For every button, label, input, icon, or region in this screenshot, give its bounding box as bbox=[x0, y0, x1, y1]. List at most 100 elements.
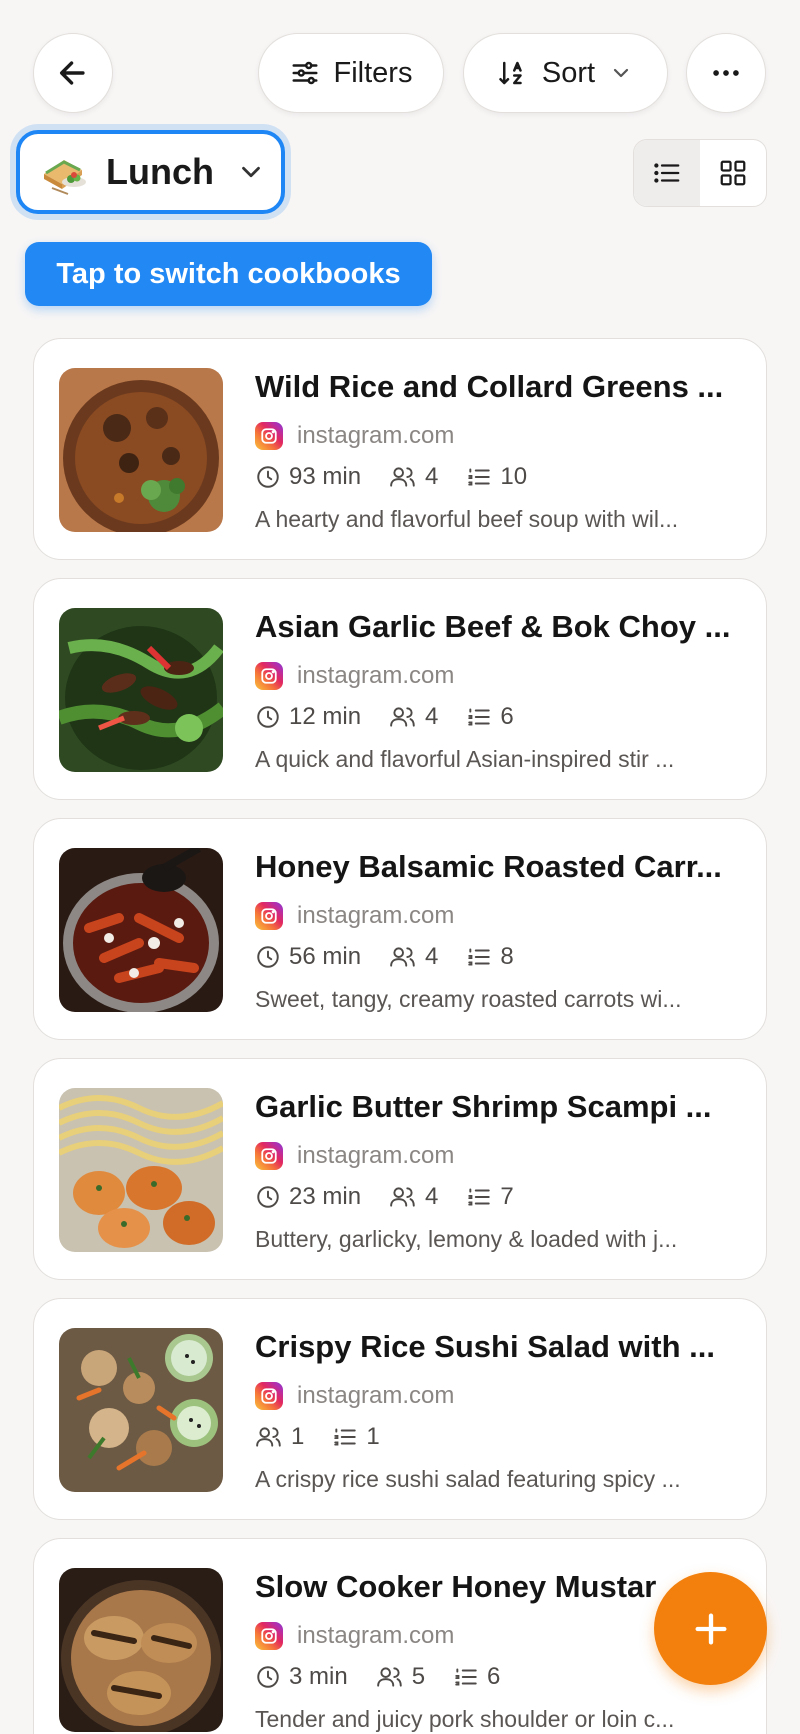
chevron-down-icon bbox=[613, 68, 629, 78]
ingredients-count: 10 bbox=[500, 463, 528, 490]
recipe-card[interactable]: Garlic Butter Shrimp Scampi ... instagra… bbox=[33, 1058, 767, 1280]
servings-count: 4 bbox=[425, 463, 439, 490]
servings-count: 4 bbox=[425, 703, 439, 730]
recipe-thumbnail bbox=[59, 1088, 223, 1252]
ingredients-list-icon bbox=[468, 1188, 491, 1206]
add-recipe-button[interactable] bbox=[654, 1572, 767, 1685]
ingredients-list-icon bbox=[455, 1668, 477, 1686]
source-label: instagram.com bbox=[297, 1622, 455, 1649]
servings-count: 4 bbox=[425, 1183, 439, 1210]
recipe-meta: 3 min 5 6 bbox=[255, 1663, 528, 1691]
clock-icon bbox=[257, 1666, 279, 1688]
recipe-title: Wild Rice and Collard Greens ... bbox=[255, 369, 724, 404]
recipe-meta: 56 min 4 8 bbox=[255, 943, 542, 971]
recipe-title: Garlic Butter Shrimp Scampi ... bbox=[255, 1089, 712, 1124]
filters-label: Filters bbox=[333, 56, 413, 89]
sort-label: Sort bbox=[541, 56, 596, 89]
recipe-source: instagram.com bbox=[255, 1622, 454, 1650]
more-options-button[interactable] bbox=[686, 33, 766, 113]
ingredients-count: 6 bbox=[487, 1663, 501, 1690]
cook-time: 93 min bbox=[289, 463, 362, 490]
arrow-left-icon bbox=[59, 61, 85, 85]
grid-icon bbox=[720, 160, 746, 186]
ingredients-list-icon bbox=[468, 708, 491, 726]
ingredients-count: 6 bbox=[500, 703, 514, 730]
grid-view-button[interactable] bbox=[700, 140, 766, 206]
clock-icon bbox=[257, 946, 279, 968]
cook-time: 12 min bbox=[289, 703, 362, 730]
chevron-down-icon bbox=[242, 166, 260, 178]
servings-icon bbox=[376, 1667, 402, 1687]
instagram-icon bbox=[255, 902, 283, 930]
sandwich-salad-icon bbox=[44, 160, 86, 195]
filters-button[interactable]: Filters bbox=[258, 33, 444, 113]
recipe-description: Tender and juicy pork shoulder or loin c… bbox=[255, 1706, 675, 1732]
cook-time: 23 min bbox=[289, 1183, 362, 1210]
recipe-source: instagram.com bbox=[255, 422, 454, 450]
clock-icon bbox=[257, 706, 279, 728]
servings-count: 4 bbox=[425, 943, 439, 970]
servings-icon bbox=[256, 1427, 281, 1447]
servings-icon bbox=[390, 1187, 415, 1207]
ingredients-list-icon bbox=[468, 468, 491, 486]
sort-button[interactable]: Sort bbox=[463, 33, 668, 113]
recipe-card[interactable]: Wild Rice and Collard Greens ... instagr… bbox=[33, 338, 767, 560]
ingredients-list-icon bbox=[334, 1428, 357, 1446]
back-button[interactable] bbox=[33, 33, 113, 113]
sliders-icon bbox=[292, 61, 318, 85]
recipe-description: Sweet, tangy, creamy roasted carrots wi.… bbox=[255, 986, 682, 1012]
recipe-title: Asian Garlic Beef & Bok Choy ... bbox=[255, 609, 731, 644]
servings-count: 5 bbox=[411, 1663, 426, 1690]
view-toggle bbox=[633, 139, 767, 207]
ingredients-list-icon bbox=[468, 948, 491, 966]
servings-count: 1 bbox=[291, 1423, 305, 1450]
recipe-source: instagram.com bbox=[255, 902, 454, 930]
source-label: instagram.com bbox=[297, 1142, 455, 1169]
ingredients-count: 8 bbox=[500, 943, 514, 970]
cookbook-name: Lunch bbox=[106, 151, 214, 192]
recipe-meta: 1 1 bbox=[255, 1423, 408, 1451]
recipe-card[interactable]: Crispy Rice Sushi Salad with ... instagr… bbox=[33, 1298, 767, 1520]
recipe-source: instagram.com bbox=[255, 662, 454, 690]
recipe-thumbnail bbox=[59, 368, 223, 532]
recipe-thumbnail bbox=[59, 1568, 223, 1732]
recipe-thumbnail bbox=[59, 608, 223, 772]
recipe-title: Honey Balsamic Roasted Carr... bbox=[255, 849, 722, 884]
source-label: instagram.com bbox=[297, 1382, 455, 1409]
recipe-meta: 12 min 4 6 bbox=[255, 703, 542, 731]
recipe-title: Crispy Rice Sushi Salad with ... bbox=[255, 1329, 715, 1364]
instagram-icon bbox=[255, 662, 283, 690]
instagram-icon bbox=[255, 1382, 283, 1410]
servings-icon bbox=[390, 707, 415, 727]
instagram-icon bbox=[255, 422, 283, 450]
recipe-meta: 23 min 4 7 bbox=[255, 1183, 542, 1211]
clock-icon bbox=[257, 1186, 279, 1208]
recipe-description: A quick and flavorful Asian-inspired sti… bbox=[255, 746, 675, 772]
list-icon bbox=[654, 163, 680, 183]
top-bar: Filters Sort bbox=[0, 33, 800, 113]
recipe-card[interactable]: Honey Balsamic Roasted Carr... instagram… bbox=[33, 818, 767, 1040]
cook-time: 56 min bbox=[289, 943, 362, 970]
recipe-source: instagram.com bbox=[255, 1382, 454, 1410]
cook-time: 3 min bbox=[289, 1663, 348, 1690]
servings-icon bbox=[390, 467, 415, 487]
clock-icon bbox=[257, 466, 279, 488]
recipe-description: A hearty and flavorful beef soup with wi… bbox=[255, 506, 679, 532]
plus-icon bbox=[695, 1613, 726, 1644]
instagram-icon bbox=[255, 1622, 283, 1650]
recipe-card[interactable]: Asian Garlic Beef & Bok Choy ... instagr… bbox=[33, 578, 767, 800]
list-view-button[interactable] bbox=[634, 140, 700, 206]
recipe-description: A crispy rice sushi salad featuring spic… bbox=[255, 1466, 681, 1492]
recipe-description: Buttery, garlicky, lemony & loaded with … bbox=[255, 1226, 678, 1252]
source-label: instagram.com bbox=[297, 662, 455, 689]
ingredients-count: 7 bbox=[500, 1183, 514, 1210]
recipe-thumbnail bbox=[59, 848, 223, 1012]
servings-icon bbox=[390, 947, 415, 967]
ellipsis-icon bbox=[713, 70, 739, 76]
source-label: instagram.com bbox=[297, 902, 455, 929]
instagram-icon bbox=[255, 1142, 283, 1170]
ingredients-count: 1 bbox=[366, 1423, 380, 1450]
sort-az-icon bbox=[499, 61, 522, 85]
recipe-thumbnail bbox=[59, 1328, 223, 1492]
cookbook-switcher[interactable]: Lunch bbox=[16, 130, 285, 214]
